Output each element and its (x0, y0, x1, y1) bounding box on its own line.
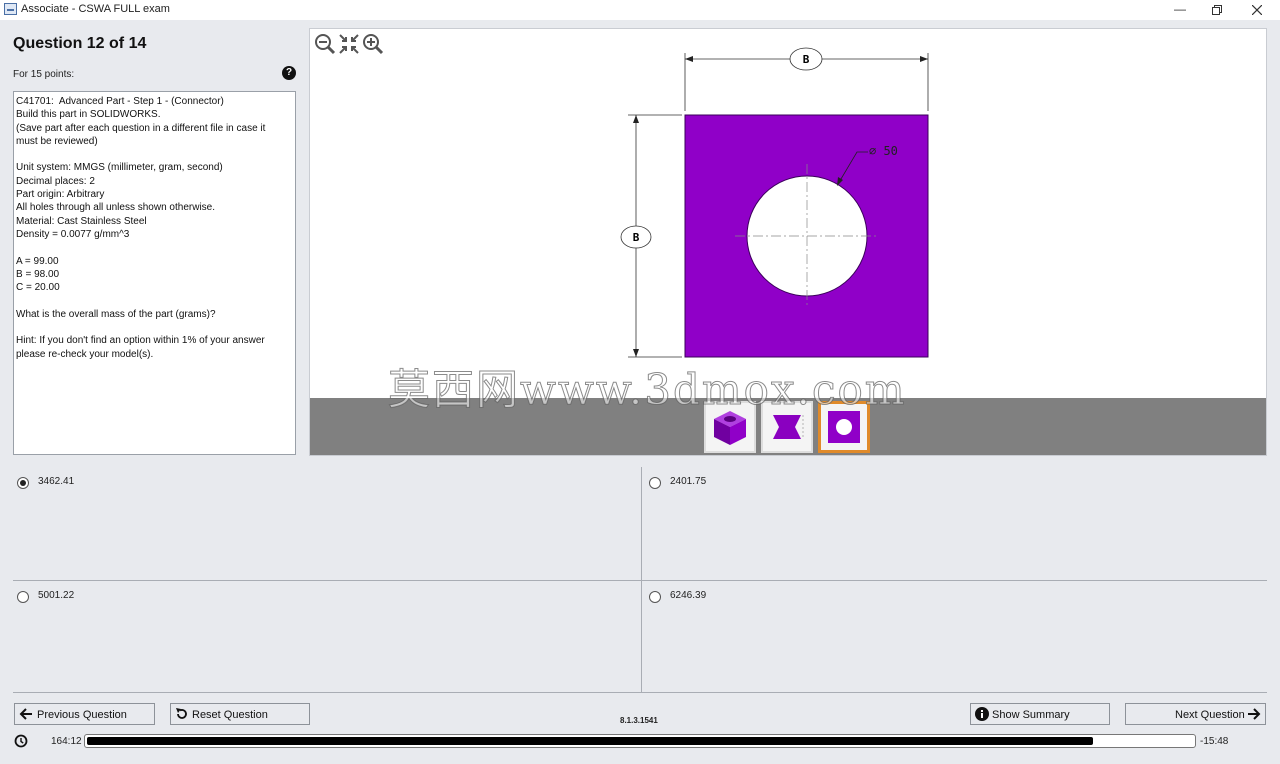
answer-option-1[interactable]: 3462.41 (13, 467, 640, 580)
description-line: Build this part in SOLIDWORKS. (16, 109, 161, 121)
description-line: Unit system: MMGS (millimeter, gram, sec… (16, 162, 223, 174)
description-line: What is the overall mass of the part (gr… (16, 308, 216, 320)
dim-left-label: B (633, 231, 640, 244)
answer-option-2[interactable]: 2401.75 (645, 467, 1272, 580)
time-elapsed: 164:12 (51, 736, 82, 747)
answer-radio-2[interactable] (649, 477, 661, 489)
answer-label-2: 2401.75 (670, 476, 707, 487)
app-icon (4, 3, 17, 15)
answer-divider-vertical (641, 467, 642, 693)
watermark-logo: 莫西网www.3dmox.com (388, 365, 907, 415)
title-bar: Associate - CSWA FULL exam — (0, 0, 1280, 20)
part-drawing: B B ∅ 50 (620, 47, 929, 358)
description-line: must be reviewed) (16, 135, 98, 147)
window-title: Associate - CSWA FULL exam (21, 3, 170, 15)
description-line (16, 148, 293, 161)
description-line: All holes through all unless shown other… (16, 202, 215, 214)
answer-radio-4[interactable] (649, 591, 661, 603)
reset-question-label: Reset Question (192, 709, 268, 721)
description-line: Hint: If you don't find an option within… (16, 335, 265, 347)
hole-diameter-label: ∅ 50 (869, 144, 898, 158)
clock-icon (14, 734, 28, 748)
description-line: Density = 0.0077 g/mm^3 (16, 228, 130, 240)
show-summary-button[interactable]: Show Summary (970, 703, 1110, 725)
description-line (16, 294, 293, 307)
points-label: For 15 points: (13, 69, 75, 80)
previous-question-label: Previous Question (37, 709, 127, 721)
next-question-label: Next Question (1175, 709, 1245, 721)
description-line (16, 321, 293, 334)
zoom-in-icon[interactable] (362, 33, 384, 55)
restore-icon[interactable] (1197, 0, 1237, 20)
answer-label-1: 3462.41 (38, 476, 75, 487)
version-label: 8.1.3.1541 (620, 716, 658, 725)
minimize-icon[interactable]: — (1160, 0, 1200, 20)
answer-radio-1[interactable] (17, 477, 29, 489)
next-question-button[interactable]: Next Question (1125, 703, 1266, 725)
question-circle-icon[interactable]: ? (282, 66, 296, 80)
answer-label-4: 6246.39 (670, 590, 707, 601)
time-progress-fill (87, 737, 1094, 745)
question-description: C41701: Advanced Part - Step 1 - (Connec… (13, 91, 296, 455)
description-line: C41701: Advanced Part - Step 1 - (Connec… (16, 96, 224, 107)
arrow-left-icon (19, 708, 32, 720)
description-line: Decimal places: 2 (16, 175, 95, 187)
description-line: B = 98.00 (16, 268, 60, 280)
answer-radio-3[interactable] (17, 591, 29, 603)
previous-question-button[interactable]: Previous Question (14, 703, 155, 725)
description-line: Material: Cast Stainless Steel (16, 215, 147, 227)
zoom-out-icon[interactable] (314, 33, 336, 55)
description-line: please re-check your model(s). (16, 348, 154, 360)
close-icon[interactable] (1237, 0, 1277, 20)
fit-icon[interactable] (338, 33, 360, 55)
description-line: Part origin: Arbitrary (16, 189, 105, 201)
dim-top-label: B (803, 53, 810, 66)
question-title: Question 12 of 14 (13, 35, 147, 52)
arrow-right-icon (1248, 708, 1261, 720)
time-remaining: -15:48 (1200, 736, 1229, 747)
answer-option-3[interactable]: 5001.22 (13, 581, 640, 694)
answer-divider-bottom (13, 692, 1267, 693)
reset-icon (176, 708, 187, 719)
description-line: A = 99.00 (16, 255, 59, 267)
answer-label-3: 5001.22 (38, 590, 75, 601)
show-summary-label: Show Summary (992, 709, 1070, 721)
time-progress-bar (84, 734, 1196, 748)
answer-options: 3462.41 2401.75 5001.22 6246.39 (13, 467, 1267, 693)
reset-question-button[interactable]: Reset Question (170, 703, 310, 725)
description-line: C = 20.00 (16, 282, 60, 294)
description-line (16, 241, 293, 254)
answer-option-4[interactable]: 6246.39 (645, 581, 1272, 694)
description-line: (Save part after each question in a diff… (16, 122, 266, 134)
answer-divider-horizontal (13, 580, 1267, 581)
info-icon (975, 707, 989, 721)
